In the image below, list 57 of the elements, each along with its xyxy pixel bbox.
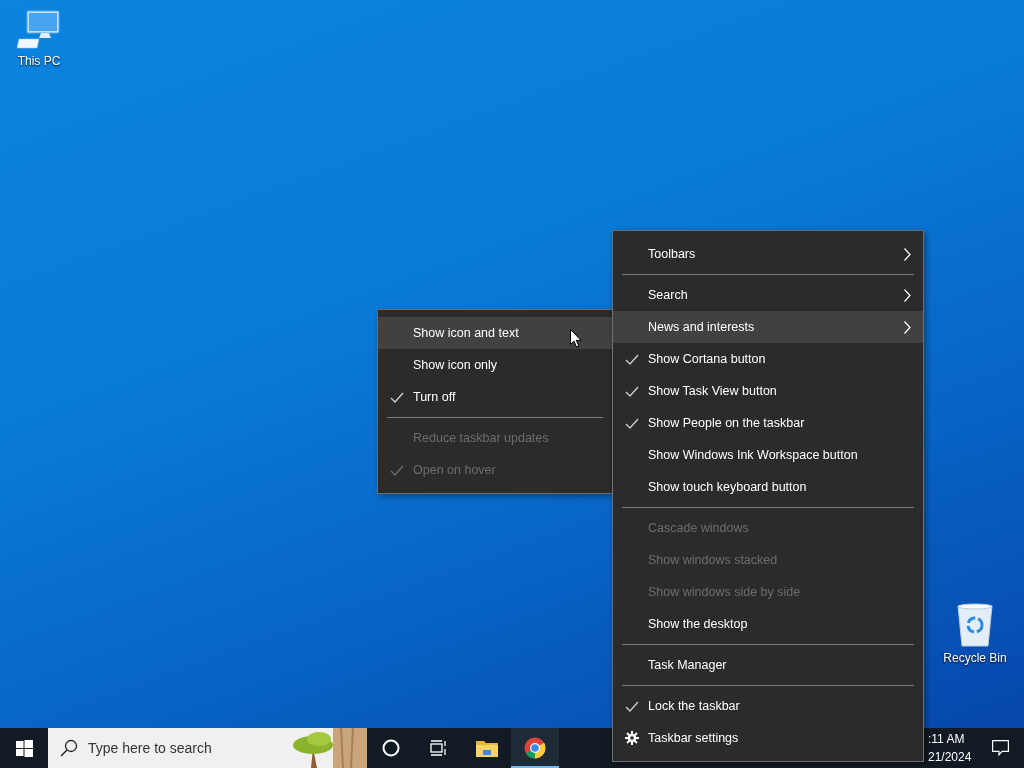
circle-icon [382, 739, 400, 757]
menu-item-label: Task Manager [648, 658, 727, 672]
menu-item-label: Toolbars [648, 247, 696, 261]
clock-time: :11 AM [928, 732, 965, 746]
menu-item[interactable]: Show People on the taskbar [613, 407, 923, 439]
menu-item-label: Show icon only [413, 358, 498, 372]
menu-item-label: Cascade windows [648, 521, 749, 535]
menu-item-label: Show People on the taskbar [648, 416, 805, 430]
chevron-right-icon [904, 288, 911, 302]
menu-item-label: Show icon and text [413, 326, 519, 340]
desktop-icon-label[interactable]: Recycle Bin [943, 651, 1007, 665]
menu-item-label: Open on hover [413, 463, 496, 477]
task-view-icon [430, 740, 448, 756]
menu-item-label: Reduce taskbar updates [413, 431, 549, 445]
clock-date: 21/2024 [928, 750, 972, 764]
recycle-bin-icon[interactable] [955, 603, 995, 647]
menu-item[interactable]: Show Task View button [613, 375, 923, 407]
menu-item-label: Show Cortana button [648, 352, 766, 366]
browser-icon [524, 737, 546, 759]
menu-item-label: Show Task View button [648, 384, 777, 398]
menu-item-label: Show Windows Ink Workspace button [648, 448, 858, 462]
menu-item[interactable]: Toolbars [613, 238, 923, 270]
menu-item-label: Lock the taskbar [648, 699, 740, 713]
menu-item[interactable]: News and interests [613, 311, 923, 343]
menu-item[interactable]: Show icon only [378, 349, 612, 381]
menu-item[interactable]: Search [613, 279, 923, 311]
menu-item[interactable]: Lock the taskbar [613, 690, 923, 722]
taskbar-search-box[interactable]: Type here to search [48, 728, 367, 768]
clock[interactable]: :11 AM 21/2024 [920, 728, 976, 768]
taskbar-button[interactable] [511, 728, 559, 768]
search-input[interactable]: Type here to search [88, 740, 288, 756]
menu-item-label: Search [648, 288, 688, 302]
windows-logo-icon [15, 739, 33, 757]
chevron-right-icon [904, 247, 911, 261]
menu-item-label: Turn off [413, 390, 456, 404]
menu-item[interactable]: Show icon and text [378, 317, 612, 349]
desktop-icon-label[interactable]: This PC [17, 54, 61, 68]
menu-item-label: Show windows stacked [648, 553, 778, 567]
menu-item[interactable]: Turn off [378, 381, 612, 413]
mouse-pointer-icon [570, 329, 582, 348]
menu-item[interactable]: Show the desktop [613, 608, 923, 640]
menu-item-label: Show touch keyboard button [648, 480, 807, 494]
speech-bubble-icon [991, 740, 1009, 756]
menu-item[interactable]: Taskbar settings [613, 722, 923, 754]
menu-item[interactable]: Show Cortana button [613, 343, 923, 375]
menu-item[interactable]: Show Windows Ink Workspace button [613, 439, 923, 471]
menu-item-label: Taskbar settings [648, 731, 739, 745]
menu-item[interactable]: Task Manager [613, 649, 923, 681]
menu-item[interactable]: Show touch keyboard button [613, 471, 923, 503]
menu-item-label: Show the desktop [648, 617, 748, 631]
menu-item-label: Show windows side by side [648, 585, 801, 599]
folder-icon [476, 739, 498, 757]
search-icon [60, 739, 78, 757]
gear-icon [624, 731, 639, 745]
computer-icon[interactable] [17, 10, 61, 50]
chevron-right-icon [904, 320, 911, 334]
menu-item-label: News and interests [648, 320, 755, 334]
